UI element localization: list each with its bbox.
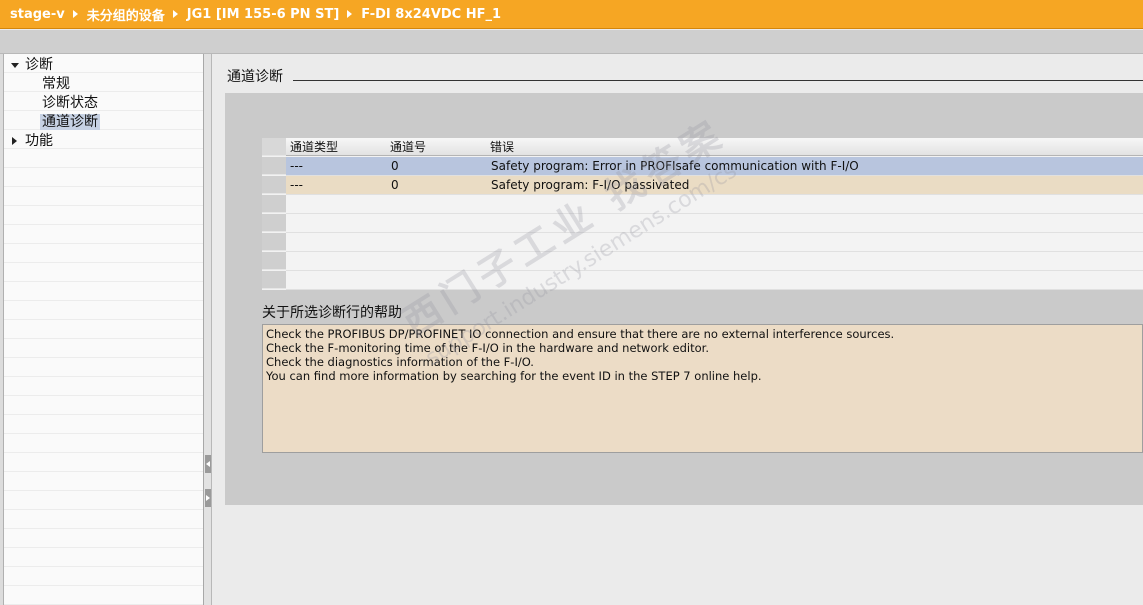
collapse-arrow-icon[interactable] bbox=[12, 137, 17, 145]
cell-channel-number: 0 bbox=[391, 178, 399, 192]
table-corner bbox=[262, 138, 286, 156]
collapse-left-icon[interactable] bbox=[205, 455, 211, 473]
help-line: You can find more information by searchi… bbox=[266, 369, 762, 383]
toolbar bbox=[0, 30, 1143, 54]
tree-label: 诊断状态 bbox=[42, 95, 98, 111]
column-header-error[interactable]: 错误 bbox=[490, 138, 514, 156]
table-row-empty bbox=[286, 233, 1143, 252]
row-header[interactable] bbox=[262, 157, 286, 175]
table-row[interactable]: --- 0 Safety program: Error in PROFIsafe… bbox=[286, 157, 1143, 176]
column-header-channel-number[interactable]: 通道号 bbox=[390, 138, 426, 156]
breadcrumb: stage-v 未分组的设备 JG1 [IM 155-6 PN ST] F-DI… bbox=[0, 0, 1143, 29]
tree-item-diagnostics[interactable]: 诊断 bbox=[11, 56, 53, 74]
help-text-area[interactable]: Check the PROFIBUS DP/PROFINET IO connec… bbox=[262, 324, 1143, 453]
cell-error: Safety program: Error in PROFIsafe commu… bbox=[491, 159, 859, 173]
breadcrumb-device[interactable]: JG1 [IM 155-6 PN ST] bbox=[187, 7, 340, 22]
tree-label: 诊断 bbox=[25, 57, 53, 73]
breadcrumb-module[interactable]: F-DI 8x24VDC HF_1 bbox=[361, 7, 501, 22]
tree-item-functions[interactable]: 功能 bbox=[11, 132, 53, 150]
tree-item-channel-diagnostics[interactable]: 通道诊断 bbox=[40, 113, 100, 131]
table-row-empty bbox=[286, 271, 1143, 290]
cell-channel-number: 0 bbox=[391, 159, 399, 173]
column-header-channel-type[interactable]: 通道类型 bbox=[290, 138, 338, 156]
row-header bbox=[262, 252, 286, 270]
row-header bbox=[262, 195, 286, 213]
cell-channel-type: --- bbox=[290, 159, 303, 173]
row-header[interactable] bbox=[262, 176, 286, 194]
table-row-empty bbox=[286, 214, 1143, 233]
row-header bbox=[262, 214, 286, 232]
expand-right-icon[interactable] bbox=[205, 489, 211, 507]
breadcrumb-separator-icon bbox=[347, 10, 353, 18]
breadcrumb-ungrouped-devices[interactable]: 未分组的设备 bbox=[87, 5, 165, 24]
tree-item-diagnostic-status[interactable]: 诊断状态 bbox=[42, 94, 98, 112]
row-header bbox=[262, 233, 286, 251]
table-header: 通道类型 通道号 错误 bbox=[262, 138, 1143, 156]
cell-channel-type: --- bbox=[290, 178, 303, 192]
breadcrumb-separator-icon bbox=[172, 10, 178, 18]
help-line: Check the diagnostics information of the… bbox=[266, 355, 534, 369]
help-line: Check the F-monitoring time of the F-I/O… bbox=[266, 341, 709, 355]
table-row[interactable]: --- 0 Safety program: F-I/O passivated bbox=[286, 176, 1143, 195]
help-title: 关于所选诊断行的帮助 bbox=[262, 305, 402, 321]
section-title: 通道诊断 bbox=[227, 69, 283, 85]
tree-label: 功能 bbox=[25, 133, 53, 149]
tree-label: 通道诊断 bbox=[40, 114, 100, 130]
tree-item-general[interactable]: 常规 bbox=[42, 75, 70, 93]
panel-splitter[interactable] bbox=[204, 54, 212, 605]
section-divider bbox=[293, 80, 1143, 81]
channel-diagnostics-table: 通道类型 通道号 错误 --- 0 Safety program: Error … bbox=[262, 138, 1143, 290]
cell-error: Safety program: F-I/O passivated bbox=[491, 178, 690, 192]
table-row-empty bbox=[286, 195, 1143, 214]
navigation-tree: 诊断 常规 诊断状态 通道诊断 功能 bbox=[0, 54, 204, 605]
help-line: Check the PROFIBUS DP/PROFINET IO connec… bbox=[266, 327, 895, 341]
expand-arrow-icon[interactable] bbox=[11, 62, 19, 68]
breadcrumb-stage[interactable]: stage-v bbox=[10, 7, 65, 22]
breadcrumb-separator-icon bbox=[72, 10, 78, 18]
navigation-edge bbox=[0, 54, 4, 605]
tree-label: 常规 bbox=[42, 76, 70, 92]
row-header bbox=[262, 271, 286, 289]
table-row-empty bbox=[286, 252, 1143, 271]
